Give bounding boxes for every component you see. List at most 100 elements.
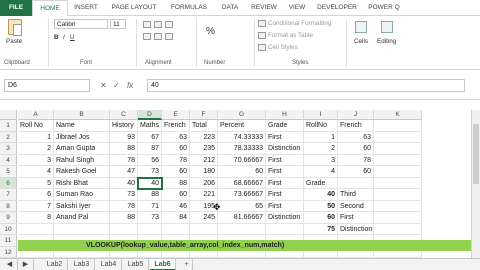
row-header-5[interactable]: 5 xyxy=(0,166,17,178)
cell-k8[interactable] xyxy=(374,200,422,212)
cell-i5[interactable]: 4 xyxy=(304,166,338,178)
cell-c7[interactable]: 73 xyxy=(110,189,138,201)
cell-h5[interactable]: First xyxy=(266,166,304,178)
cell-g10[interactable] xyxy=(218,223,266,235)
cell-e6[interactable]: 88 xyxy=(162,177,190,189)
cell-j4[interactable]: 78 xyxy=(338,154,374,166)
cell-j5[interactable]: 60 xyxy=(338,166,374,178)
align-bottom-icon[interactable] xyxy=(165,21,173,28)
cell-g9[interactable]: 81.66667 xyxy=(218,212,266,224)
ribbon-tab-data[interactable]: DATA xyxy=(214,0,246,16)
cell-j1[interactable]: French xyxy=(338,120,374,132)
cell-f7[interactable]: 221 xyxy=(190,189,218,201)
cell-f3[interactable]: 235 xyxy=(190,143,218,155)
row-header-2[interactable]: 2 xyxy=(0,131,17,143)
cell-c8[interactable]: 78 xyxy=(110,200,138,212)
ribbon-tab-power-q[interactable]: POWER Q xyxy=(362,0,406,16)
column-header-k[interactable]: K xyxy=(374,110,422,120)
cell-h4[interactable]: First xyxy=(266,154,304,166)
ribbon-tab-home[interactable]: HOME xyxy=(32,0,68,17)
cell-g1[interactable]: Percent xyxy=(218,120,266,132)
cell-g8[interactable]: 65 xyxy=(218,200,266,212)
enter-icon[interactable]: ✓ xyxy=(113,79,120,92)
cell-g4[interactable]: 70.66667 xyxy=(218,154,266,166)
cell-c5[interactable]: 47 xyxy=(110,166,138,178)
cell-c10[interactable] xyxy=(110,223,138,235)
cell-b5[interactable]: Rakesh Goel xyxy=(54,166,110,178)
cell-i4[interactable]: 3 xyxy=(304,154,338,166)
cell-k5[interactable] xyxy=(374,166,422,178)
editing-button[interactable]: Editing xyxy=(377,38,396,45)
cell-i9[interactable]: 60 xyxy=(304,212,338,224)
cell-j3[interactable]: 60 xyxy=(338,143,374,155)
cell-a5[interactable]: 4 xyxy=(18,166,54,178)
cell-k3[interactable] xyxy=(374,143,422,155)
sheet-tab-lab3[interactable]: Lab3 xyxy=(69,259,95,270)
cell-d5[interactable]: 73 xyxy=(138,166,162,178)
cell-h2[interactable]: First xyxy=(266,131,304,143)
cell-b9[interactable]: Anand Pal xyxy=(54,212,110,224)
cell-k1[interactable] xyxy=(374,120,422,132)
cell-c6[interactable]: 40 xyxy=(110,177,138,189)
row-header-1[interactable]: 1 xyxy=(0,120,17,132)
add-sheet-icon[interactable]: + xyxy=(181,259,193,270)
column-header-g[interactable]: G xyxy=(218,110,266,120)
sheet-next-icon[interactable]: ▶ xyxy=(18,259,34,270)
format-as-table-button[interactable]: Format as Table xyxy=(268,32,313,39)
cell-b8[interactable]: Sakshi Iyer xyxy=(54,200,110,212)
column-header-b[interactable]: B xyxy=(54,110,110,120)
cell-b6[interactable]: Rishi Bhat xyxy=(54,177,110,189)
align-middle-icon[interactable] xyxy=(154,21,162,28)
cell-a7[interactable]: 6 xyxy=(18,189,54,201)
cell-c4[interactable]: 78 xyxy=(110,154,138,166)
cell-f2[interactable]: 223 xyxy=(190,131,218,143)
cell-c9[interactable]: 88 xyxy=(110,212,138,224)
cell-c1[interactable]: History xyxy=(110,120,138,132)
cell-e10[interactable] xyxy=(162,223,190,235)
insert-function-button[interactable]: fx xyxy=(127,79,133,92)
cell-h7[interactable]: First xyxy=(266,189,304,201)
cell-a1[interactable]: Roll No xyxy=(18,120,54,132)
cell-a10[interactable] xyxy=(18,223,54,235)
cell-h10[interactable] xyxy=(266,223,304,235)
column-header-h[interactable]: H xyxy=(266,110,304,120)
ribbon-tab-file[interactable]: FILE xyxy=(0,0,32,16)
cell-a3[interactable]: 2 xyxy=(18,143,54,155)
cell-i7[interactable]: 40 xyxy=(304,189,338,201)
sheet-tab-lab5[interactable]: Lab5 xyxy=(123,259,149,270)
cell-j2[interactable]: 63 xyxy=(338,131,374,143)
cell-a9[interactable]: 8 xyxy=(18,212,54,224)
cells-icon[interactable] xyxy=(355,21,367,33)
cancel-icon[interactable]: ✕ xyxy=(100,79,107,92)
name-box[interactable]: D6 xyxy=(4,79,90,92)
cell-b3[interactable]: Aman Gupta xyxy=(54,143,110,155)
cell-b10[interactable] xyxy=(54,223,110,235)
cell-j10[interactable]: Distinction xyxy=(338,223,374,235)
cell-i1[interactable]: RollNo xyxy=(304,120,338,132)
ribbon-tab-developer[interactable]: DEVELOPER xyxy=(312,0,362,16)
cell-h6[interactable]: First xyxy=(266,177,304,189)
font-name-dropdown[interactable]: Calibri xyxy=(54,19,108,29)
cell-i2[interactable]: 1 xyxy=(304,131,338,143)
align-top-icon[interactable] xyxy=(143,21,151,28)
percent-button[interactable]: % xyxy=(206,26,215,37)
cell-e8[interactable]: 46 xyxy=(162,200,190,212)
column-header-a[interactable]: A xyxy=(18,110,54,120)
cell-a4[interactable]: 3 xyxy=(18,154,54,166)
cell-i3[interactable]: 2 xyxy=(304,143,338,155)
paste-icon[interactable] xyxy=(8,19,22,36)
cell-f9[interactable]: 245 xyxy=(190,212,218,224)
row-header-8[interactable]: 8 xyxy=(0,200,17,212)
row-header-3[interactable]: 3 xyxy=(0,143,17,155)
column-header-c[interactable]: C xyxy=(110,110,138,120)
column-header-e[interactable]: E xyxy=(162,110,190,120)
align-center-icon[interactable] xyxy=(154,33,162,40)
sheet-tab-lab2[interactable]: Lab2 xyxy=(42,259,68,270)
cell-k9[interactable] xyxy=(374,212,422,224)
ribbon-tab-formulas[interactable]: FORMULAS xyxy=(164,0,214,16)
cell-a2[interactable]: 1 xyxy=(18,131,54,143)
cell-f4[interactable]: 212 xyxy=(190,154,218,166)
vertical-scrollbar[interactable] xyxy=(471,110,480,258)
cell-a6[interactable]: 5 xyxy=(18,177,54,189)
cell-d9[interactable]: 73 xyxy=(138,212,162,224)
